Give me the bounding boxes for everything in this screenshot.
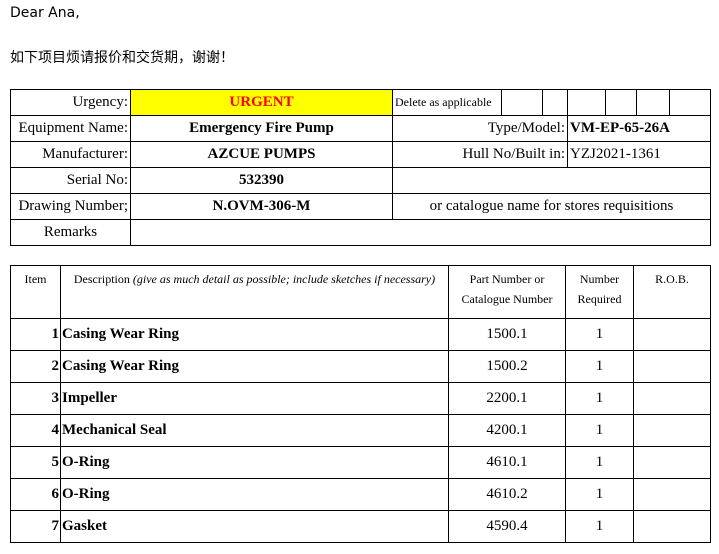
- equipment-name-value: Emergency Fire Pump: [130, 115, 393, 142]
- column-header-part-number: Part Number or Catalogue Number: [448, 265, 566, 319]
- serial-no-label: Serial No:: [10, 167, 131, 194]
- request-text: 如下项目烦请报价和交货期，谢谢！: [10, 50, 234, 66]
- catalogue-note: or catalogue name for stores requisition…: [392, 193, 711, 220]
- table-row: 6 O-Ring 4610.2 1: [10, 478, 711, 511]
- manufacturer-value: AZCUE PUMPS: [130, 141, 393, 168]
- hull-no-label: Hull No/Built in:: [392, 141, 568, 168]
- table-row: 1 Casing Wear Ring 1500.1 1: [10, 318, 711, 351]
- item-rob: [633, 510, 711, 543]
- item-quantity: 1: [565, 510, 634, 543]
- item-part-number: 2200.1: [448, 382, 566, 415]
- blank-cell: [605, 89, 637, 116]
- column-header-description: Description (give as much detail as poss…: [60, 265, 449, 319]
- item-quantity: 1: [565, 446, 634, 479]
- parts-items-table: Item Description (give as much detail as…: [10, 265, 711, 543]
- item-rob: [633, 350, 711, 383]
- item-quantity: 1: [565, 478, 634, 511]
- item-part-number: 4610.1: [448, 446, 566, 479]
- item-number: 5: [10, 446, 61, 479]
- description-header-text: Description: [73, 272, 130, 286]
- column-header-number-required: Number Required: [565, 265, 634, 319]
- urgency-value: URGENT: [130, 89, 393, 116]
- item-rob: [633, 382, 711, 415]
- drawing-number-value: N.OVM-306-M: [130, 193, 393, 220]
- item-number: 6: [10, 478, 61, 511]
- serial-no-value: 532390: [130, 167, 393, 194]
- item-quantity: 1: [565, 350, 634, 383]
- item-rob: [633, 446, 711, 479]
- remarks-label: Remarks: [10, 219, 131, 246]
- item-number: 1: [10, 318, 61, 351]
- description-header-note: (give as much detail as possible; includ…: [132, 272, 436, 286]
- item-quantity: 1: [565, 318, 634, 351]
- table-row: 5 O-Ring 4610.1 1: [10, 446, 711, 479]
- item-quantity: 1: [565, 382, 634, 415]
- blank-cell: [501, 89, 543, 116]
- item-description: Casing Wear Ring: [60, 318, 449, 351]
- hull-no-value: YZJ2021-1361: [567, 141, 711, 168]
- equipment-name-label: Equipment Name:: [10, 115, 131, 142]
- blank-cell: [542, 89, 568, 116]
- item-part-number: 4200.1: [448, 414, 566, 447]
- item-number: 2: [10, 350, 61, 383]
- table-row: 3 Impeller 2200.1 1: [10, 382, 711, 415]
- column-header-rob: R.O.B.: [633, 265, 711, 319]
- item-description: Impeller: [60, 382, 449, 415]
- remarks-value: [130, 219, 711, 246]
- table-row: 4 Mechanical Seal 4200.1 1: [10, 414, 711, 447]
- blank-cell: [392, 167, 711, 194]
- item-part-number: 4610.2: [448, 478, 566, 511]
- blank-cell: [669, 89, 711, 116]
- item-part-number: 4590.4: [448, 510, 566, 543]
- delete-applicable-label: Delete as applicable: [392, 89, 502, 116]
- item-description: O-Ring: [60, 478, 449, 511]
- requisition-header-table: Urgency: URGENT Delete as applicable Equ…: [10, 89, 711, 246]
- drawing-number-label: Drawing Number;: [10, 193, 131, 220]
- table-row: 7 Gasket 4590.4 1: [10, 510, 711, 543]
- table-row: 2 Casing Wear Ring 1500.2 1: [10, 350, 711, 383]
- item-description: Gasket: [60, 510, 449, 543]
- blank-cell: [567, 89, 606, 116]
- greeting: Dear Ana,: [10, 5, 80, 21]
- urgency-label: Urgency:: [10, 89, 131, 116]
- item-description: O-Ring: [60, 446, 449, 479]
- item-rob: [633, 318, 711, 351]
- item-description: Casing Wear Ring: [60, 350, 449, 383]
- column-header-item: Item: [10, 265, 61, 319]
- blank-cell: [636, 89, 670, 116]
- item-part-number: 1500.1: [448, 318, 566, 351]
- item-description: Mechanical Seal: [60, 414, 449, 447]
- item-number: 4: [10, 414, 61, 447]
- item-part-number: 1500.2: [448, 350, 566, 383]
- item-number: 7: [10, 510, 61, 543]
- type-model-value: VM-EP-65-26A: [567, 115, 711, 142]
- item-rob: [633, 414, 711, 447]
- manufacturer-label: Manufacturer:: [10, 141, 131, 168]
- item-rob: [633, 478, 711, 511]
- type-model-label: Type/Model:: [392, 115, 568, 142]
- item-quantity: 1: [565, 414, 634, 447]
- item-number: 3: [10, 382, 61, 415]
